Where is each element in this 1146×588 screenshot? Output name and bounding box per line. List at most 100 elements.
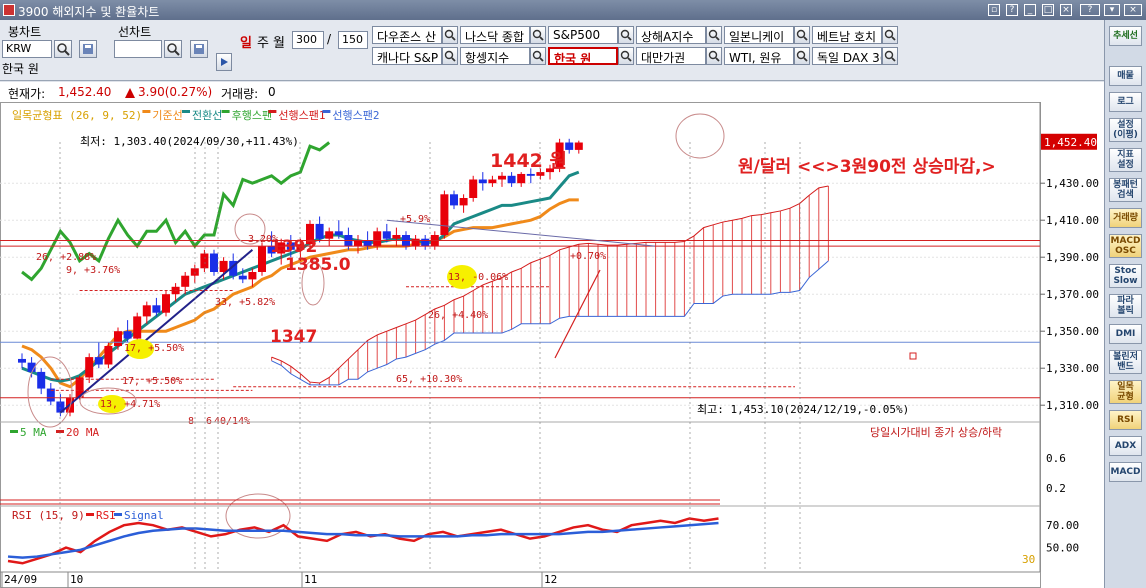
sidebar-button-2[interactable]: 로그 bbox=[1109, 92, 1142, 112]
candle-body bbox=[536, 172, 545, 176]
page-size-input[interactable]: 150 bbox=[338, 31, 368, 49]
candle-body bbox=[354, 240, 362, 247]
pin-icon[interactable]: ▾ bbox=[1104, 4, 1120, 16]
index-search-button[interactable] bbox=[882, 26, 898, 44]
close-icon[interactable]: × bbox=[1060, 4, 1072, 16]
measure-label: 17, +5.50% bbox=[122, 376, 182, 387]
candle-body bbox=[114, 331, 122, 346]
expand-button[interactable] bbox=[216, 53, 232, 71]
index-search-button[interactable] bbox=[530, 47, 546, 65]
sidebar-button-8[interactable]: Stoc Slow bbox=[1109, 264, 1142, 288]
sidebar-button-5[interactable]: 봉패턴 검색 bbox=[1109, 178, 1142, 202]
app-icon bbox=[3, 4, 15, 16]
search-icon bbox=[796, 29, 808, 41]
save-button[interactable] bbox=[79, 40, 97, 58]
index-button-2[interactable]: S&P500 bbox=[548, 26, 618, 44]
period-daily[interactable]: 일 bbox=[240, 32, 252, 51]
index-search-button[interactable] bbox=[442, 47, 458, 65]
index-button-5[interactable]: 베트남 호치 bbox=[812, 26, 882, 44]
ma5-swatch bbox=[10, 430, 18, 433]
sidebar-button-11[interactable]: 볼린저 밴드 bbox=[1109, 350, 1142, 374]
index-button-3[interactable]: 상해A지수 bbox=[636, 26, 706, 44]
sidebar-button-6[interactable]: 거래량 bbox=[1109, 208, 1142, 228]
sidebar-button-12[interactable]: 일목 균형 bbox=[1109, 380, 1142, 404]
candle-body bbox=[517, 173, 526, 184]
index-button-10[interactable]: WTI, 원유 bbox=[724, 47, 794, 65]
index-button-7[interactable]: 항셍지수 bbox=[460, 47, 530, 65]
menu-icon[interactable]: ? bbox=[1006, 4, 1018, 16]
candle-body bbox=[450, 194, 458, 206]
candle-body bbox=[469, 179, 478, 198]
candle-body bbox=[459, 198, 468, 206]
candle-body bbox=[258, 246, 266, 272]
sidebar-button-7[interactable]: MACD OSC bbox=[1109, 234, 1142, 258]
index-button-0[interactable]: 다우존스 산 bbox=[372, 26, 442, 44]
rsi-legend: RSI bbox=[96, 509, 116, 522]
candle-body bbox=[142, 305, 151, 317]
search-icon bbox=[620, 29, 632, 41]
index-search-button[interactable] bbox=[882, 47, 898, 65]
index-search-button[interactable] bbox=[618, 26, 634, 44]
restore-icon[interactable]: ▫ bbox=[988, 4, 1000, 16]
minimize-icon[interactable]: _ bbox=[1024, 4, 1036, 16]
indicator-sidebar: 추세선매물로그설정 (이평) 지표 설정봉패턴 검색거래량 MACD OSC Stoc… bbox=[1104, 20, 1146, 588]
futures-search-button[interactable] bbox=[164, 40, 182, 58]
code-search-button[interactable] bbox=[54, 40, 72, 58]
count-divider: / bbox=[327, 32, 332, 46]
candle-body bbox=[94, 357, 103, 365]
futures-code-input[interactable] bbox=[114, 40, 162, 58]
candle-body bbox=[382, 231, 391, 239]
sidebar-button-0[interactable]: 추세선 bbox=[1109, 26, 1142, 46]
y-tick-label: 1,410.00 bbox=[1046, 214, 1099, 227]
high-price-label: 최고: 1,453.10(2024/12/19,-0.05%) bbox=[697, 403, 909, 416]
count-input[interactable]: 300 bbox=[292, 31, 324, 49]
help-icon[interactable]: ? bbox=[1080, 4, 1100, 16]
legend-swatch bbox=[268, 110, 277, 113]
candle-body bbox=[498, 175, 506, 180]
title-bar: 3900 해외지수 및 환율차트 ▫ ? _ □ × ? ▾ × bbox=[0, 0, 1146, 20]
search-icon bbox=[884, 50, 896, 62]
sidebar-button-9[interactable]: 파라 볼릭 bbox=[1109, 294, 1142, 318]
index-button-1[interactable]: 나스닥 종합 bbox=[460, 26, 530, 44]
index-button-8[interactable]: 한국 원 bbox=[548, 47, 618, 65]
spot-chart-label: 봉차트 bbox=[8, 25, 42, 39]
code-input[interactable]: KRW bbox=[2, 40, 52, 58]
period-monthly[interactable]: 월 bbox=[273, 32, 285, 51]
sidebar-button-10[interactable]: DMI bbox=[1109, 324, 1142, 344]
index-button-6[interactable]: 캐나다 S&P bbox=[372, 47, 442, 65]
price-change: 3.90(0.27%) bbox=[138, 85, 213, 99]
candle-body bbox=[85, 357, 94, 378]
index-search-button[interactable] bbox=[442, 26, 458, 44]
candle-body bbox=[440, 194, 449, 235]
index-search-button[interactable] bbox=[706, 26, 722, 44]
chart-area[interactable]: 1,430.00 1,410.00 1,390.00 1,370.00 1,350.00… bbox=[0, 102, 1104, 588]
index-search-button[interactable] bbox=[618, 47, 634, 65]
y-tick-label: 1,370.00 bbox=[1046, 288, 1099, 301]
signal-legend: Signal bbox=[124, 509, 164, 522]
index-button-11[interactable]: 독일 DAX 3( bbox=[812, 47, 882, 65]
futures-save-button[interactable] bbox=[190, 40, 208, 58]
save-icon bbox=[194, 44, 204, 54]
index-search-button[interactable] bbox=[706, 47, 722, 65]
index-search-button[interactable] bbox=[530, 26, 546, 44]
index-button-4[interactable]: 일본니케이 bbox=[724, 26, 794, 44]
sidebar-button-4[interactable]: 지표 설정 bbox=[1109, 148, 1142, 172]
index-search-button[interactable] bbox=[794, 47, 810, 65]
search-icon bbox=[620, 50, 632, 62]
index-button-9[interactable]: 대만가권 bbox=[636, 47, 706, 65]
period-weekly[interactable]: 주 bbox=[257, 32, 269, 51]
sidebar-button-14[interactable]: ADX bbox=[1109, 436, 1142, 456]
chart-svg[interactable]: 1,430.00 1,410.00 1,390.00 1,370.00 1,350.00… bbox=[0, 102, 1104, 588]
sidebar-button-1[interactable]: 매물 bbox=[1109, 66, 1142, 86]
maximize-icon[interactable]: □ bbox=[1042, 4, 1054, 16]
candle-body bbox=[565, 142, 574, 150]
ma20-label: 20 MA bbox=[66, 426, 99, 439]
sidebar-button-3[interactable]: 설정 (이평) bbox=[1109, 118, 1142, 142]
window-close-icon[interactable]: × bbox=[1124, 4, 1142, 16]
price-label: 현재가: bbox=[8, 87, 46, 101]
sidebar-button-13[interactable]: RSI bbox=[1109, 410, 1142, 430]
candle-body bbox=[373, 231, 382, 247]
sidebar-button-15[interactable]: MACD bbox=[1109, 462, 1142, 482]
annotation-1442: 1442 원 bbox=[490, 150, 567, 172]
index-search-button[interactable] bbox=[794, 26, 810, 44]
